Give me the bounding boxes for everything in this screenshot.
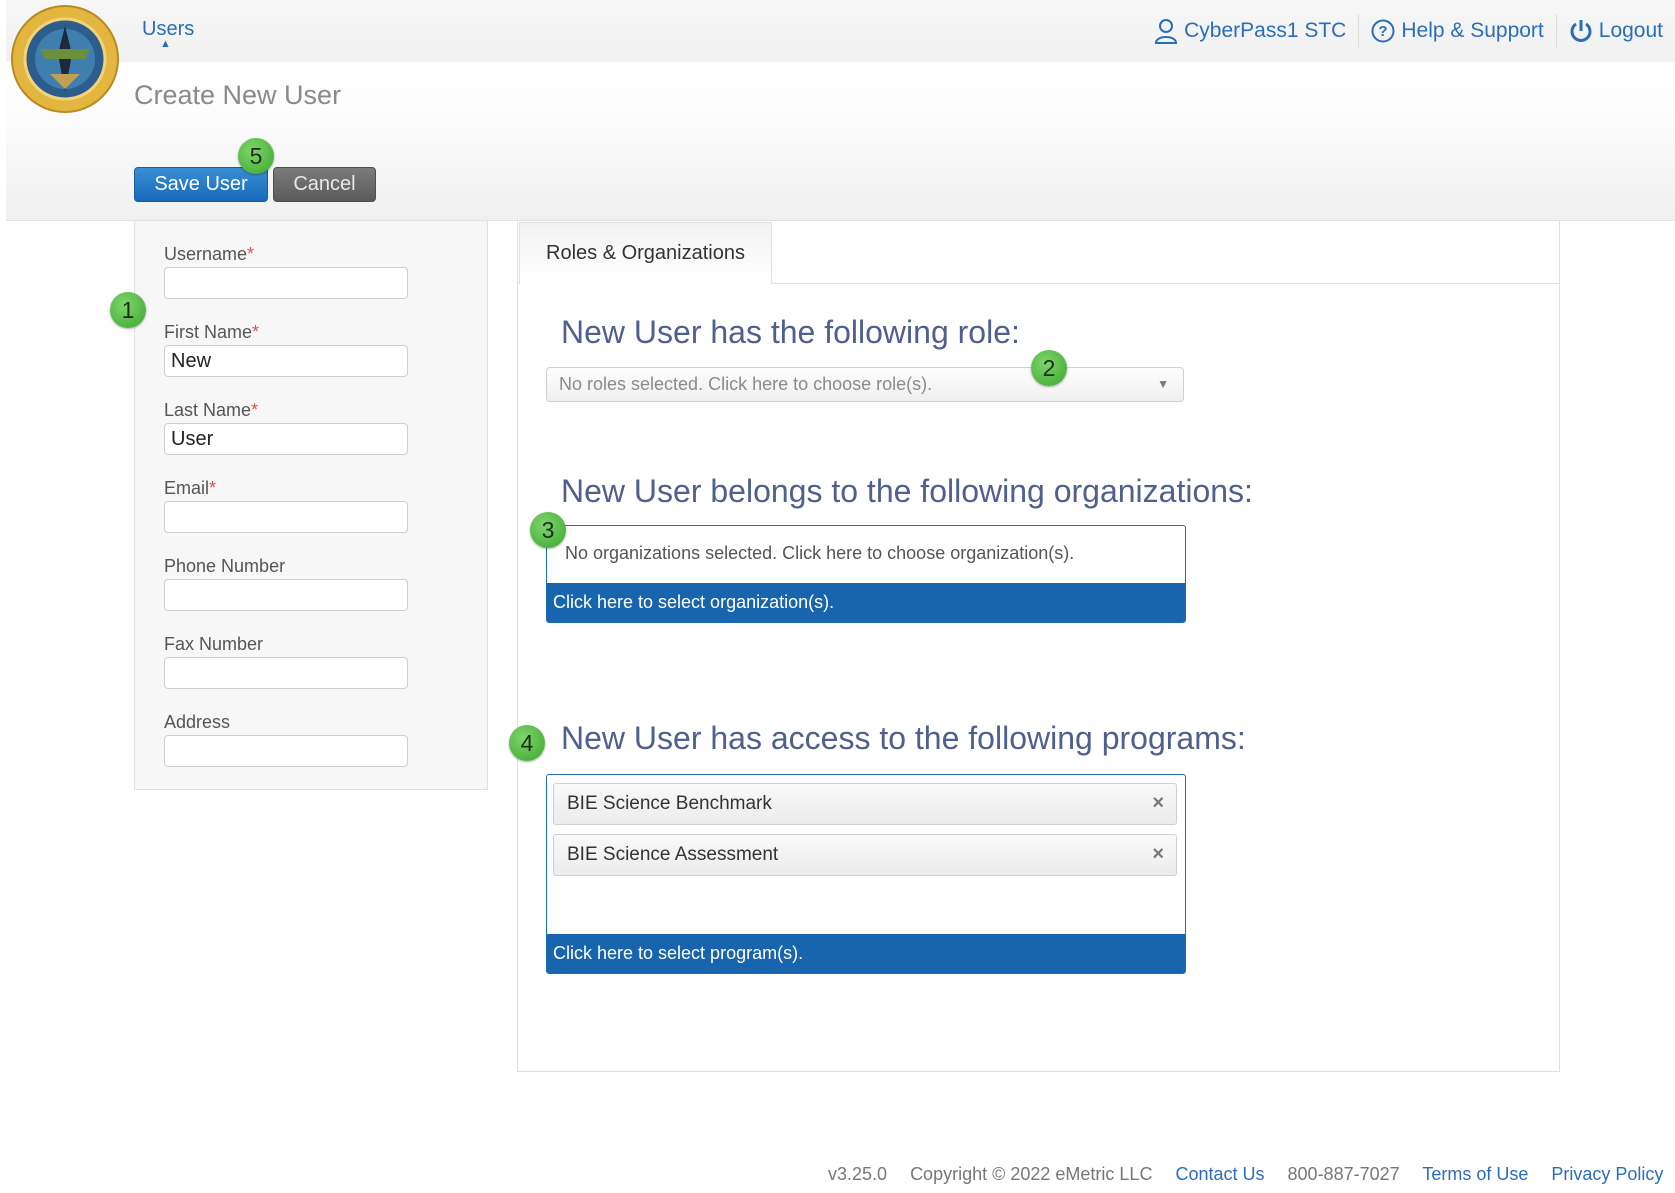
roles-dropdown[interactable]: No roles selected. Click here to choose … (546, 367, 1184, 402)
organizations-empty-text: No organizations selected. Click here to… (565, 543, 1075, 563)
required-mark: * (247, 244, 255, 264)
page-footer: v3.25.0 Copyright © 2022 eMetric LLC Con… (828, 1164, 1675, 1185)
program-chip: BIE Science Benchmark × (553, 783, 1177, 825)
roles-heading: New User has the following role: (561, 314, 1020, 350)
privacy-policy-link[interactable]: Privacy Policy (1551, 1164, 1663, 1184)
program-name: BIE Science Assessment (567, 844, 779, 865)
last-name-label: Last Name* (164, 400, 259, 420)
dropdown-arrow-icon: ▼ (1157, 377, 1169, 391)
nav-active-caret-icon: ▲ (160, 38, 171, 50)
required-mark: * (252, 322, 260, 342)
user-icon (1155, 19, 1178, 44)
email-label: Email* (164, 478, 217, 498)
organizations-heading: New User belongs to the following organi… (561, 473, 1253, 509)
username-input[interactable] (164, 267, 408, 299)
address-input[interactable] (164, 735, 408, 767)
select-programs-link[interactable]: Click here to select program(s). (547, 934, 1185, 973)
step-badge-1: 1 (110, 292, 146, 328)
last-name-input[interactable] (164, 423, 408, 455)
required-mark: * (209, 478, 217, 498)
fax-label: Fax Number (164, 634, 264, 654)
organizations-selector[interactable]: No organizations selected. Click here to… (546, 525, 1186, 623)
programs-heading: New User has access to the following pro… (561, 720, 1246, 756)
help-icon: ? (1371, 19, 1395, 43)
remove-program-icon[interactable]: × (1152, 792, 1164, 815)
step-badge-5: 5 (238, 138, 274, 174)
phone-number-text: 800-887-7027 (1287, 1164, 1400, 1184)
first-name-label: First Name* (164, 322, 260, 342)
required-mark: * (251, 400, 259, 420)
tab-roles-organizations[interactable]: Roles & Organizations (519, 222, 772, 284)
logout-label: Logout (1598, 19, 1663, 42)
power-icon (1570, 20, 1592, 42)
fax-input[interactable] (164, 657, 408, 689)
logout-link[interactable]: Logout (1557, 14, 1675, 48)
account-name: CyberPass1 STC (1184, 19, 1347, 42)
version-text: v3.25.0 (828, 1164, 888, 1184)
address-label: Address (164, 712, 231, 732)
account-link[interactable]: CyberPass1 STC (1142, 14, 1358, 48)
step-badge-3: 3 (530, 512, 566, 548)
select-organizations-link[interactable]: Click here to select organization(s). (547, 583, 1185, 622)
phone-input[interactable] (164, 579, 408, 611)
bie-logo (10, 4, 120, 114)
remove-program-icon[interactable]: × (1152, 843, 1164, 866)
user-menu: CyberPass1 STC ? Help & Support Logout (1142, 14, 1675, 48)
copyright-text: Copyright © 2022 eMetric LLC (910, 1164, 1153, 1184)
first-name-input[interactable] (164, 345, 408, 377)
program-name: BIE Science Benchmark (567, 793, 772, 814)
step-badge-2: 2 (1031, 350, 1067, 386)
svg-text:?: ? (1379, 23, 1388, 40)
help-support-link[interactable]: ? Help & Support (1359, 14, 1555, 48)
step-badge-4: 4 (509, 725, 545, 761)
cancel-button[interactable]: Cancel (273, 167, 376, 202)
programs-selector[interactable]: BIE Science Benchmark × BIE Science Asse… (546, 774, 1186, 974)
program-chip: BIE Science Assessment × (553, 834, 1177, 876)
roles-placeholder: No roles selected. Click here to choose … (559, 374, 933, 394)
terms-of-use-link[interactable]: Terms of Use (1422, 1164, 1528, 1184)
contact-us-link[interactable]: Contact Us (1175, 1164, 1264, 1184)
phone-label: Phone Number (164, 556, 286, 576)
help-label: Help & Support (1401, 19, 1544, 42)
email-input[interactable] (164, 501, 408, 533)
username-label: Username* (164, 244, 255, 264)
page-title: Create New User (134, 80, 342, 110)
